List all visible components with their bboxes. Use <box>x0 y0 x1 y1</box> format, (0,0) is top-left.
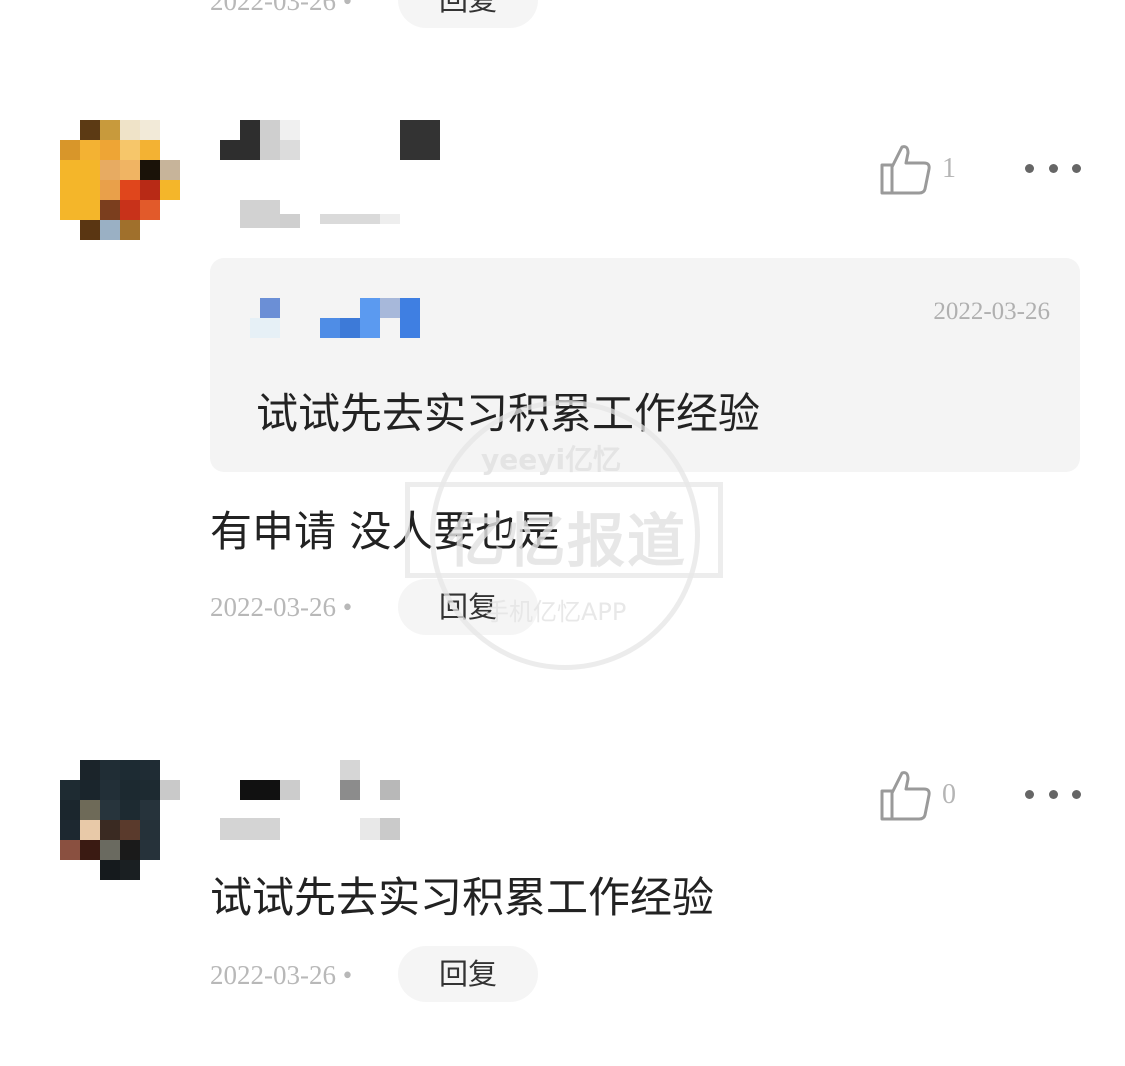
more-dots-icon[interactable] <box>1025 160 1081 176</box>
like-button[interactable]: 1 <box>878 140 956 198</box>
quoted-text: 试试先去实习积累工作经验 <box>256 389 761 438</box>
thumbs-up-icon <box>880 145 931 195</box>
comment-text: 有申请 没人要也是 <box>210 507 560 556</box>
reply-button[interactable]: 回复 <box>398 946 538 1002</box>
avatar[interactable] <box>60 760 180 880</box>
avatar[interactable] <box>60 120 180 240</box>
quoted-comment: 2022-03-26 试试先去实习积累工作经验 <box>210 258 1080 472</box>
comment-item: 1 2022-03-26 试试先去实习积累工作经验 有申请 没人要也是 2022… <box>0 100 1125 660</box>
comment-item: 0 试试先去实习积累工作经验 2022-03-26 • 回复 <box>0 740 1125 1040</box>
username-pixelated[interactable] <box>220 120 440 160</box>
like-button[interactable]: 0 <box>878 766 956 824</box>
reply-button[interactable]: 回复 <box>398 579 538 635</box>
username-pixelated[interactable] <box>220 760 420 800</box>
like-count: 0 <box>942 779 956 810</box>
quoted-date: 2022-03-26 <box>933 298 1050 325</box>
quoted-username-pixelated[interactable] <box>240 298 420 338</box>
user-subtitle-pixelated <box>220 818 400 842</box>
comment-date: 2022-03-26 • <box>210 960 353 990</box>
like-count: 1 <box>942 153 956 184</box>
more-dots-icon[interactable] <box>1025 786 1081 802</box>
comment-text: 试试先去实习积累工作经验 <box>210 873 715 922</box>
comment-date: 2022-03-26 • <box>210 592 353 622</box>
thumbs-up-icon <box>880 771 931 821</box>
reply-button[interactable]: 回复 <box>398 0 538 28</box>
comment-date: 2022-03-26 • <box>210 0 353 16</box>
user-subtitle-pixelated <box>240 200 400 228</box>
